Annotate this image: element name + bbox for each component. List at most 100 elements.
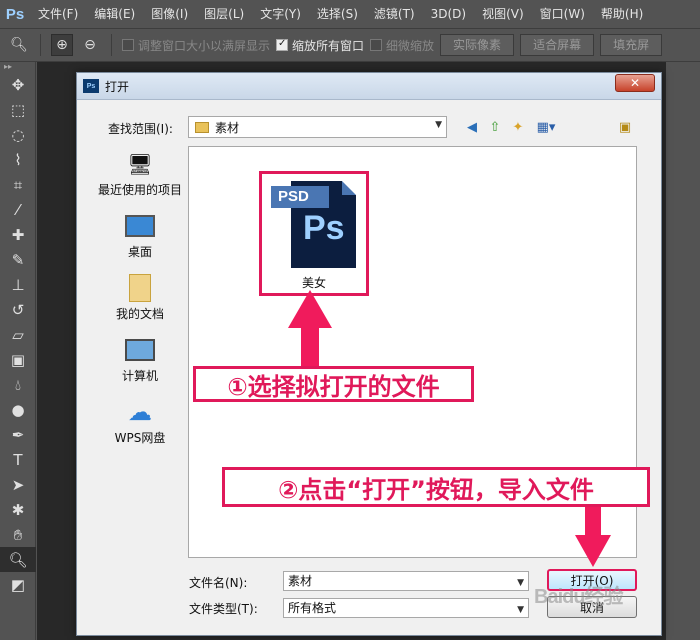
chevron-down-icon: ▼ bbox=[435, 120, 442, 130]
history-brush-tool-icon[interactable]: ↺ bbox=[0, 297, 36, 322]
place-recent[interactable]: 🖥︎ 最近使用的项目 bbox=[92, 147, 188, 209]
marquee-tool-icon[interactable]: ⬚ bbox=[0, 97, 36, 122]
filename-input[interactable]: 素材 ▼ bbox=[283, 571, 529, 591]
dialog-title: 打开 bbox=[105, 79, 130, 94]
filename-value: 素材 bbox=[288, 574, 313, 588]
zoom-all-checkbox[interactable]: 缩放所有窗口 bbox=[276, 37, 364, 54]
actual-pixels-button[interactable]: 实际像素 bbox=[440, 34, 515, 56]
place-computer[interactable]: 计算机 bbox=[92, 333, 188, 395]
zoom-in-icon[interactable]: ⊕ bbox=[51, 34, 73, 56]
eyedropper-tool-icon[interactable]: ⁄ bbox=[0, 197, 36, 222]
menu-edit[interactable]: 编辑(E) bbox=[86, 0, 143, 28]
recent-items-icon: 🖥︎ bbox=[127, 152, 153, 176]
resize-windows-checkbox[interactable]: 调整窗口大小以满屏显示 bbox=[122, 37, 270, 54]
eraser-tool-icon[interactable]: ▱ bbox=[0, 322, 36, 347]
place-label: 我的文档 bbox=[115, 307, 164, 321]
menu-window[interactable]: 窗口(W) bbox=[532, 0, 593, 28]
filetype-label: 文件类型(T): bbox=[189, 602, 258, 616]
gradient-tool-icon[interactable]: ▣ bbox=[0, 347, 36, 372]
menu-image[interactable]: 图像(I) bbox=[143, 0, 196, 28]
look-in-row: 查找范围(I): 素材 ▼ ◀ ⇧ ✦ ▦▾ ▣ bbox=[77, 116, 663, 140]
move-tool-icon[interactable]: ✥ bbox=[0, 72, 36, 97]
blur-tool-icon[interactable]: 💧︎ bbox=[0, 372, 36, 397]
fill-screen-button[interactable]: 填充屏 bbox=[600, 34, 663, 56]
stamp-tool-icon[interactable]: ⊥ bbox=[0, 272, 36, 297]
desktop-icon bbox=[124, 211, 156, 241]
filetype-value: 所有格式 bbox=[288, 601, 337, 615]
color-swatch-icon[interactable]: ◩ bbox=[0, 572, 36, 597]
filename-label: 文件名(N): bbox=[189, 576, 248, 590]
view-menu-icon[interactable]: ▦▾ bbox=[533, 118, 559, 136]
arrow-shaft bbox=[585, 507, 601, 537]
crop-tool-icon[interactable]: ⌗ bbox=[0, 172, 36, 197]
ps-logo-text: Ps bbox=[303, 209, 345, 247]
place-label: 桌面 bbox=[127, 245, 152, 259]
quick-select-tool-icon[interactable]: ⌇ bbox=[0, 147, 36, 172]
menu-file[interactable]: 文件(F) bbox=[30, 0, 86, 28]
cloud-icon: ☁ bbox=[128, 398, 152, 426]
lasso-tool-icon[interactable]: ◌ bbox=[0, 122, 36, 147]
menu-type[interactable]: 文字(Y) bbox=[252, 0, 309, 28]
options-bar: 🔍︎ ⊕ ⊖ 调整窗口大小以满屏显示 缩放所有窗口 细微缩放 实际像素 适合屏幕… bbox=[0, 28, 700, 62]
pen-tool-icon[interactable]: ✒ bbox=[0, 422, 36, 447]
path-select-tool-icon[interactable]: ➤ bbox=[0, 472, 36, 497]
menu-layer[interactable]: 图层(L) bbox=[196, 0, 252, 28]
dodge-tool-icon[interactable]: ● bbox=[0, 397, 36, 422]
type-tool-icon[interactable]: T bbox=[0, 447, 36, 472]
place-wps-cloud[interactable]: ☁ WPS网盘 bbox=[92, 395, 188, 457]
psd-tag: PSD bbox=[271, 186, 329, 208]
watermark: Baidu经验 bbox=[534, 586, 624, 608]
arrow-shaft bbox=[301, 326, 319, 368]
chevron-down-icon: ▼ bbox=[517, 605, 524, 615]
panel-grip-icon[interactable]: ▸▸ bbox=[0, 62, 35, 72]
computer-icon bbox=[124, 335, 156, 365]
file-name: 美女 bbox=[301, 276, 326, 290]
fit-screen-button[interactable]: 适合屏幕 bbox=[520, 34, 595, 56]
new-folder-icon[interactable]: ✦ bbox=[509, 118, 527, 136]
menu-help[interactable]: 帮助(H) bbox=[593, 0, 651, 28]
zoom-out-icon[interactable]: ⊖ bbox=[79, 34, 101, 56]
page-fold bbox=[342, 181, 356, 195]
divider bbox=[40, 34, 41, 56]
scrubby-zoom-label: 细微缩放 bbox=[386, 38, 435, 53]
healing-tool-icon[interactable]: ✚ bbox=[0, 222, 36, 247]
photoshop-icon: Ps bbox=[83, 79, 99, 93]
up-folder-icon[interactable]: ⇧ bbox=[486, 118, 504, 136]
place-label: 计算机 bbox=[121, 369, 158, 383]
zoom-all-label: 缩放所有窗口 bbox=[292, 38, 365, 53]
menu-3d[interactable]: 3D(D) bbox=[423, 0, 474, 28]
menu-bar: Ps 文件(F) 编辑(E) 图像(I) 图层(L) 文字(Y) 选择(S) 滤… bbox=[0, 0, 700, 28]
resize-windows-label: 调整窗口大小以满屏显示 bbox=[138, 38, 271, 53]
checkbox-box bbox=[370, 39, 383, 51]
shape-tool-icon[interactable]: ✱ bbox=[0, 497, 36, 522]
look-in-dropdown[interactable]: 素材 ▼ bbox=[188, 116, 447, 138]
place-documents[interactable]: 我的文档 bbox=[92, 271, 188, 333]
place-label: WPS网盘 bbox=[114, 431, 166, 445]
brush-tool-icon[interactable]: ✎ bbox=[0, 247, 36, 272]
look-in-value: 素材 bbox=[215, 120, 240, 135]
zoom-tool-icon[interactable]: 🔍︎ bbox=[0, 547, 36, 572]
hand-tool-icon[interactable]: ✋︎ bbox=[0, 522, 36, 547]
chevron-down-icon[interactable]: ▼ bbox=[517, 574, 524, 592]
back-icon[interactable]: ◀ bbox=[463, 118, 481, 136]
file-item-psd[interactable]: Ps PSD 美女 bbox=[259, 171, 369, 296]
dialog-titlebar: Ps 打开 ✕ bbox=[77, 73, 661, 100]
places-sidebar: 🖥︎ 最近使用的项目 桌面 我的文档 计算机 ☁ WPS网盘 bbox=[92, 147, 188, 557]
arrow-down-icon bbox=[575, 535, 611, 567]
scrubby-zoom-checkbox[interactable]: 细微缩放 bbox=[370, 37, 434, 54]
place-desktop[interactable]: 桌面 bbox=[92, 209, 188, 271]
folder-preview-icon[interactable]: ▣ bbox=[616, 118, 634, 136]
filetype-select[interactable]: 所有格式 ▼ bbox=[283, 598, 529, 618]
divider bbox=[111, 34, 112, 56]
zoom-tool-icon[interactable]: 🔍︎ bbox=[8, 34, 30, 56]
right-panel-dock bbox=[666, 62, 700, 640]
step2-callout: ②点击“打开”按钮，导入文件 bbox=[222, 467, 650, 507]
menu-view[interactable]: 视图(V) bbox=[474, 0, 532, 28]
menu-select[interactable]: 选择(S) bbox=[309, 0, 366, 28]
menu-filter[interactable]: 滤镜(T) bbox=[366, 0, 423, 28]
checkbox-box bbox=[276, 38, 289, 51]
close-button[interactable]: ✕ bbox=[615, 74, 655, 92]
look-in-label: 查找范围(I): bbox=[108, 122, 173, 136]
place-label: 最近使用的项目 bbox=[97, 183, 182, 197]
photoshop-logo: Ps bbox=[5, 5, 25, 23]
